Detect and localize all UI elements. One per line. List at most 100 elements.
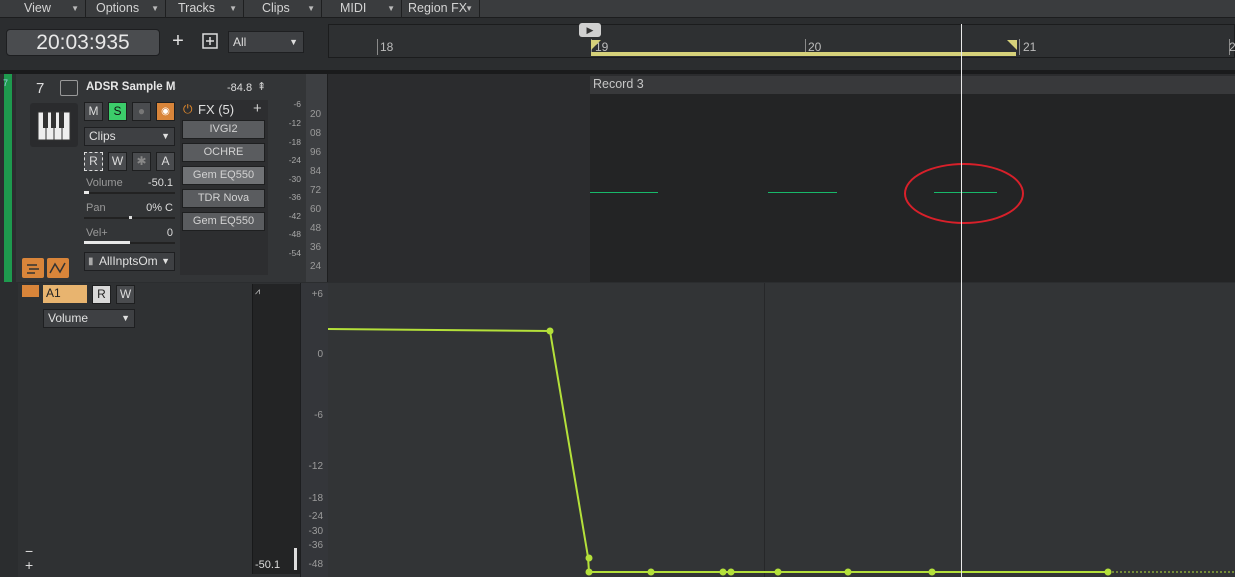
record-arm-button[interactable]: ● xyxy=(132,102,151,121)
track-index: 7 xyxy=(3,78,9,88)
midi-input-icon: ▮ xyxy=(88,256,94,267)
automation-meter-value: -50.1 xyxy=(255,559,281,571)
menu-options[interactable]: Options ▼ xyxy=(86,0,166,18)
menu-midi[interactable]: MIDI ▼ xyxy=(322,0,402,18)
menu-view[interactable]: View ▼ xyxy=(0,0,86,18)
play-marker-icon[interactable]: ▶ xyxy=(579,23,601,37)
solo-button[interactable]: S xyxy=(108,102,127,121)
chevron-down-icon: ▼ xyxy=(161,131,170,141)
ruler-label: 21 xyxy=(1023,40,1037,54)
chevron-down-icon: ▼ xyxy=(161,256,170,266)
volume-fill xyxy=(84,191,89,194)
envelope-node[interactable] xyxy=(844,568,852,576)
key-label: 96 xyxy=(310,147,322,158)
now-time-cursor[interactable] xyxy=(961,24,962,577)
clip-title: Record 3 xyxy=(593,77,644,91)
clip-view-toggle-icon[interactable] xyxy=(22,258,44,278)
menu-region-fx[interactable]: Region FX ▼ xyxy=(402,0,480,18)
automation-param-select[interactable]: Volume ▼ xyxy=(43,309,135,328)
envelope-node[interactable] xyxy=(774,568,782,576)
lane-write-button[interactable]: W xyxy=(116,285,135,304)
chevron-down-icon: ▼ xyxy=(387,4,395,13)
meter-label: -54 xyxy=(288,248,301,258)
db-label: -48 xyxy=(308,559,323,570)
envelope-node[interactable] xyxy=(1104,568,1112,576)
loop-start-icon[interactable] xyxy=(591,40,601,50)
input-select[interactable]: ▮ AllInptsOm ▼ xyxy=(84,252,175,271)
key-label: 24 xyxy=(310,261,322,272)
key-label: 48 xyxy=(310,223,322,234)
meter-label: -30 xyxy=(288,174,301,184)
db-label: -12 xyxy=(308,461,323,472)
pan-slider[interactable]: Pan 0% C xyxy=(84,201,175,219)
add-folder-button[interactable] xyxy=(199,31,221,53)
automation-lane-name[interactable]: A1 xyxy=(43,285,87,303)
fx-slot[interactable]: IVGI2 xyxy=(182,120,265,139)
lane-read-button[interactable]: R xyxy=(92,285,111,304)
track-peak-value: -84.8 xyxy=(227,82,253,94)
envelope-node[interactable] xyxy=(727,568,735,576)
key-label: 36 xyxy=(310,242,322,253)
envelope-line[interactable] xyxy=(328,328,1108,573)
envelope-node[interactable] xyxy=(585,568,593,576)
chevron-down-icon: ▼ xyxy=(151,4,159,13)
track-view-icon[interactable] xyxy=(60,80,78,96)
freeze-button[interactable]: ✱ xyxy=(132,152,151,171)
key-label: 84 xyxy=(310,166,322,177)
db-label: +6 xyxy=(311,289,323,300)
envelope-icon: ⩘ xyxy=(255,286,261,296)
lane-expand-button[interactable]: + xyxy=(25,557,33,573)
db-label: -6 xyxy=(314,410,323,421)
loop-end-icon[interactable] xyxy=(1007,40,1017,50)
automation-meter xyxy=(252,284,300,574)
track-name[interactable]: ADSR Sample Ma xyxy=(86,81,176,93)
envelope-node[interactable] xyxy=(928,568,936,576)
midi-note[interactable] xyxy=(768,192,837,193)
key-label: 72 xyxy=(310,185,322,196)
volume-label: Volume xyxy=(86,177,123,189)
highlight-circle xyxy=(904,163,1024,224)
automation-toggle-icon[interactable] xyxy=(47,258,69,278)
fx-power-icon[interactable]: ⏻ xyxy=(183,102,193,117)
velocity-value: 0 xyxy=(166,227,173,239)
add-fx-button[interactable]: + xyxy=(253,100,262,117)
loop-region[interactable] xyxy=(591,52,1016,56)
track-filter-select[interactable]: All ▼ xyxy=(228,31,304,53)
menu-tracks[interactable]: Tracks ▼ xyxy=(166,0,244,18)
velocity-label: Vel+ xyxy=(86,227,108,239)
meter-bar xyxy=(294,548,297,570)
time-display[interactable]: 20:03:935 xyxy=(6,29,160,56)
automation-envelope[interactable] xyxy=(328,283,1235,577)
input-echo-button[interactable]: ◉ xyxy=(156,102,175,121)
key-label: 08 xyxy=(310,128,322,139)
timeline-ruler[interactable]: ▶ 18 19 20 21 2 xyxy=(328,23,1235,58)
envelope-node[interactable] xyxy=(546,327,554,335)
meter-label: -36 xyxy=(288,192,301,202)
envelope-node[interactable] xyxy=(647,568,655,576)
fx-slot[interactable]: Gem EQ550 xyxy=(182,166,265,185)
midi-note[interactable] xyxy=(590,192,658,193)
chevron-down-icon: ▼ xyxy=(465,4,473,13)
volume-slider[interactable]: Volume -50.1 xyxy=(84,176,175,194)
clips-view-select[interactable]: Clips ▼ xyxy=(84,127,175,146)
envelope-node[interactable] xyxy=(719,568,727,576)
envelope-node[interactable] xyxy=(585,554,593,562)
velocity-slider[interactable]: Vel+ 0 xyxy=(84,226,175,244)
meter-label: -12 xyxy=(288,118,301,128)
track-number: 7 xyxy=(36,80,45,97)
ruler-tick xyxy=(1019,39,1020,55)
read-automation-button[interactable]: R xyxy=(84,152,103,171)
add-track-button[interactable]: + xyxy=(167,31,189,53)
fx-slot[interactable]: Gem EQ550 xyxy=(182,212,265,231)
collapse-icon[interactable]: ⇞ xyxy=(257,80,266,93)
fx-slot[interactable]: TDR Nova xyxy=(182,189,265,208)
mute-button[interactable]: M xyxy=(84,102,103,121)
chevron-down-icon: ▼ xyxy=(121,313,130,323)
instrument-icon[interactable] xyxy=(30,103,78,147)
fx-slot[interactable]: OCHRE xyxy=(182,143,265,162)
menu-clips[interactable]: Clips ▼ xyxy=(244,0,322,18)
write-automation-button[interactable]: W xyxy=(108,152,127,171)
archive-button[interactable]: A xyxy=(156,152,175,171)
db-label: -30 xyxy=(308,526,323,537)
clip-header[interactable] xyxy=(590,76,1235,94)
